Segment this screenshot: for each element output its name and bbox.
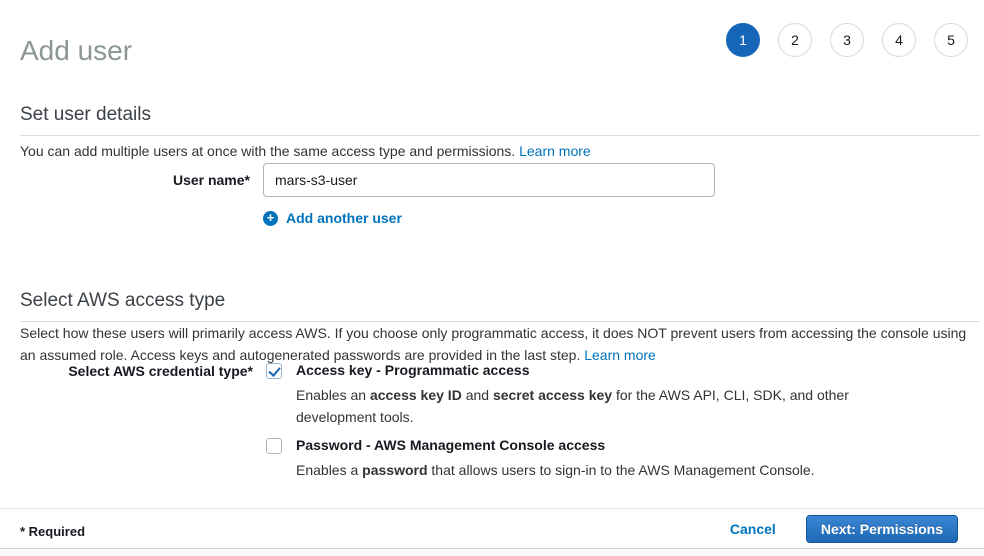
wizard-footer: * Required Cancel Next: Permissions [0, 508, 984, 549]
cancel-button[interactable]: Cancel [730, 521, 776, 537]
access-key-option-description: Enables an access key ID and secret acce… [296, 384, 861, 428]
user-name-label: User name* [0, 172, 250, 188]
learn-more-link-access-type[interactable]: Learn more [584, 347, 656, 363]
step-5-indicator: 5 [934, 23, 968, 57]
user-name-input[interactable] [263, 163, 715, 197]
password-option-description: Enables a password that allows users to … [296, 459, 946, 481]
desc-bold: secret access key [493, 387, 612, 403]
access-type-description-text: Select how these users will primarily ac… [20, 325, 966, 363]
next-permissions-button[interactable]: Next: Permissions [806, 515, 958, 543]
step-1-indicator: 1 [726, 23, 760, 57]
page-bottom-strip [0, 548, 984, 556]
step-2-indicator: 2 [778, 23, 812, 57]
add-user-page: Add user 1 2 3 4 5 Set user details You … [0, 0, 984, 556]
desc-bold: access key ID [370, 387, 462, 403]
desc-text: and [462, 387, 493, 403]
add-plus-icon: + [263, 211, 278, 226]
set-user-details-heading: Set user details [20, 104, 980, 136]
password-checkbox[interactable] [266, 438, 282, 454]
desc-bold: password [362, 462, 427, 478]
step-4-indicator: 4 [882, 23, 916, 57]
required-note: * Required [20, 524, 85, 539]
access-type-description: Select how these users will primarily ac… [20, 322, 977, 366]
access-key-checkbox[interactable] [266, 363, 282, 379]
access-key-option-title: Access key - Programmatic access [296, 362, 529, 378]
add-another-user-label: Add another user [286, 210, 402, 226]
desc-text: Enables an [296, 387, 370, 403]
desc-text: Enables a [296, 462, 362, 478]
desc-text: that allows users to sign-in to the AWS … [428, 462, 815, 478]
page-title: Add user [20, 35, 132, 67]
wizard-step-indicator: 1 2 3 4 5 [726, 23, 968, 57]
select-access-type-heading: Select AWS access type [20, 290, 980, 322]
credential-type-label: Select AWS credential type* [0, 363, 253, 379]
learn-more-link-user-details[interactable]: Learn more [519, 143, 591, 159]
user-details-description-text: You can add multiple users at once with … [20, 143, 519, 159]
add-another-user-button[interactable]: + Add another user [263, 210, 402, 226]
user-details-description: You can add multiple users at once with … [20, 140, 960, 162]
password-option-title: Password - AWS Management Console access [296, 437, 605, 453]
footer-actions: Cancel Next: Permissions [730, 509, 958, 549]
step-3-indicator: 3 [830, 23, 864, 57]
